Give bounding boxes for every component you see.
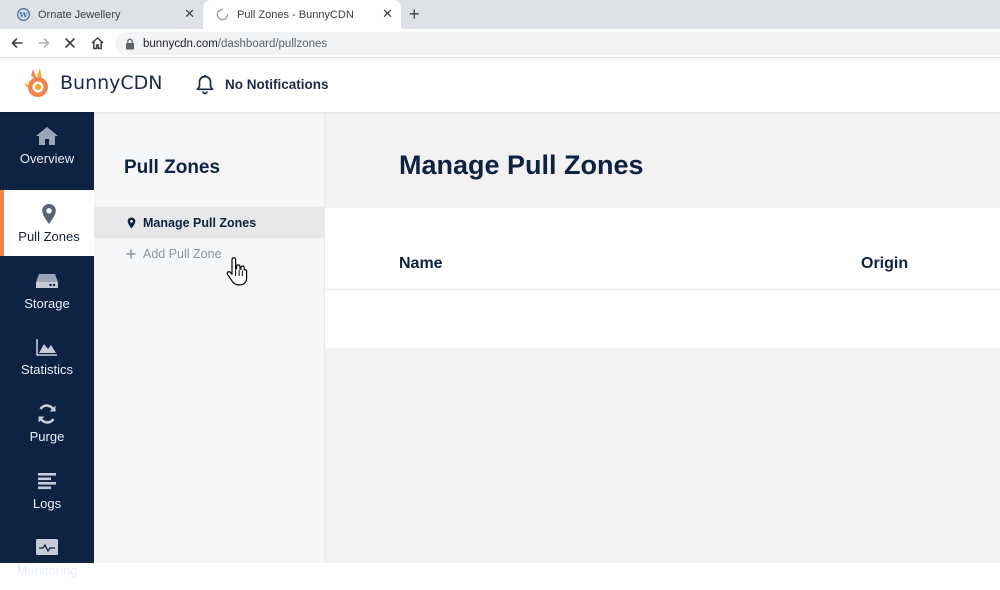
close-tab-icon[interactable]: ✕ (382, 7, 393, 21)
tab-title: Pull Zones - BunnyCDN (237, 8, 354, 21)
loading-spinner-icon (215, 8, 229, 22)
main-content: Manage Pull Zones Name Origin (325, 112, 1000, 563)
sidebar-item-overview[interactable]: Overview (0, 112, 94, 178)
list-icon (37, 470, 57, 492)
subnav-item-add-pull-zone[interactable]: Add Pull Zone (94, 238, 324, 269)
sidebar-item-label: Logs (32, 495, 62, 511)
sidebar-item-monitoring[interactable]: Monitoring (0, 524, 94, 590)
plus-icon (126, 249, 136, 259)
refresh-icon (36, 403, 58, 425)
bunny-logo-icon (24, 68, 48, 97)
url-path: /dashboard/pullzones (217, 37, 328, 50)
sidebar-item-label: Statistics (20, 361, 73, 377)
table-header-divider (325, 289, 1000, 290)
sidebar-item-label: Purge (29, 428, 65, 444)
home-icon (35, 125, 59, 147)
sidebar-item-pull-zones[interactable]: Pull Zones (0, 190, 94, 256)
home-icon[interactable] (88, 34, 106, 52)
pull-zones-subnav: Pull Zones Manage Pull Zones Add Pull Zo… (94, 112, 325, 563)
monitor-icon (35, 537, 59, 559)
app-header: BunnyCDN No Notifications (0, 59, 1000, 112)
page-title: Manage Pull Zones (399, 150, 644, 180)
subnav-item-label: Add Pull Zone (143, 246, 222, 261)
tab-title: Ornate Jewellery (38, 8, 121, 21)
subnav-title: Pull Zones (124, 157, 221, 178)
hand-cursor-icon (226, 257, 248, 286)
notifications-label: No Notifications (225, 77, 329, 92)
notifications[interactable]: No Notifications (195, 74, 329, 95)
browser-tab-bar: W Ornate Jewellery ✕ Pull Zones - BunnyC… (0, 0, 1000, 29)
sidebar-item-statistics[interactable]: Statistics (0, 323, 94, 389)
location-pin-icon (41, 203, 57, 225)
storage-drive-icon (35, 270, 59, 292)
lock-icon[interactable] (125, 38, 135, 50)
browser-toolbar: bunnycdn.com/dashboard/pullzones (0, 29, 1000, 58)
sidebar-item-logs[interactable]: Logs (0, 457, 94, 523)
pull-zones-table: Name Origin (325, 208, 1000, 348)
column-header-name[interactable]: Name (399, 255, 443, 273)
svg-text:W: W (18, 10, 28, 19)
browser-tab-pull-zones[interactable]: Pull Zones - BunnyCDN ✕ (203, 0, 401, 29)
brand-name: BunnyCDN (60, 72, 163, 94)
column-header-origin[interactable]: Origin (861, 255, 908, 273)
back-arrow-icon[interactable] (8, 34, 26, 52)
area-chart-icon (36, 336, 58, 358)
wordpress-icon: W (16, 8, 30, 22)
sidebar-item-purge[interactable]: Purge (0, 390, 94, 456)
subnav-item-label: Manage Pull Zones (143, 215, 257, 230)
close-tab-icon[interactable]: ✕ (184, 7, 195, 21)
address-bar[interactable]: bunnycdn.com/dashboard/pullzones (115, 32, 1000, 55)
sidebar-item-label: Storage (24, 295, 70, 311)
forward-arrow-icon[interactable] (35, 34, 53, 52)
brand-logo[interactable]: BunnyCDN (24, 67, 163, 99)
new-tab-icon[interactable]: + (409, 4, 420, 24)
browser-tab-ornate-jewellery[interactable]: W Ornate Jewellery ✕ (0, 0, 203, 29)
sidebar-item-label: Monitoring (16, 562, 78, 578)
url-domain: bunnycdn.com (143, 37, 218, 50)
sidebar-item-label: Pull Zones (18, 228, 80, 244)
main-sidebar: Overview Pull Zones Storage Statistics P… (0, 112, 94, 578)
location-pin-icon (126, 217, 136, 229)
stop-loading-icon[interactable] (61, 34, 79, 52)
bell-icon (195, 74, 215, 95)
sidebar-item-storage[interactable]: Storage (0, 257, 94, 323)
sidebar-item-label: Overview (19, 150, 75, 166)
subnav-item-manage-pull-zones[interactable]: Manage Pull Zones (94, 207, 324, 238)
